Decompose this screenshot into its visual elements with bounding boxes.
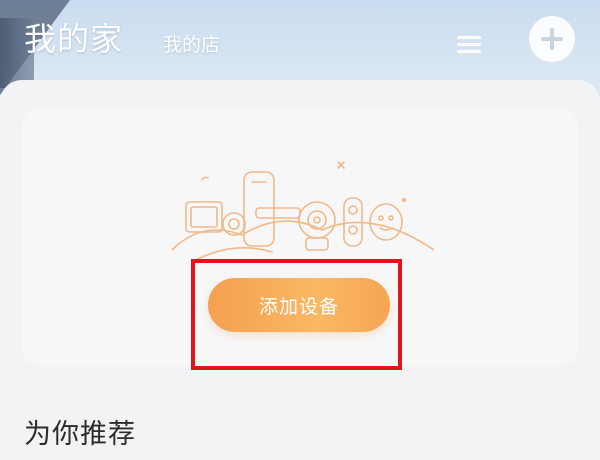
robot-icon	[298, 201, 336, 239]
smart-devices-illustration	[172, 161, 434, 262]
ground-arc-2	[191, 247, 273, 262]
menu-line	[457, 50, 481, 53]
speaker-icon	[243, 171, 275, 247]
menu-line	[457, 36, 481, 39]
recommend-section-title: 为你推荐	[24, 419, 136, 450]
plug-icon	[369, 203, 403, 241]
x-mark	[337, 161, 345, 169]
add-circle-icon[interactable]	[529, 16, 575, 62]
tab-my-shop[interactable]: 我的店	[163, 30, 220, 57]
menu-line	[457, 43, 481, 46]
menu-icon[interactable]	[457, 36, 481, 54]
home-title[interactable]: 我的家	[24, 14, 123, 60]
ground-arc	[172, 220, 434, 251]
spark-mark	[201, 176, 209, 181]
lock-icon	[255, 207, 301, 219]
dot-mark	[402, 198, 406, 202]
add-device-button[interactable]: 添加设备	[208, 278, 390, 332]
